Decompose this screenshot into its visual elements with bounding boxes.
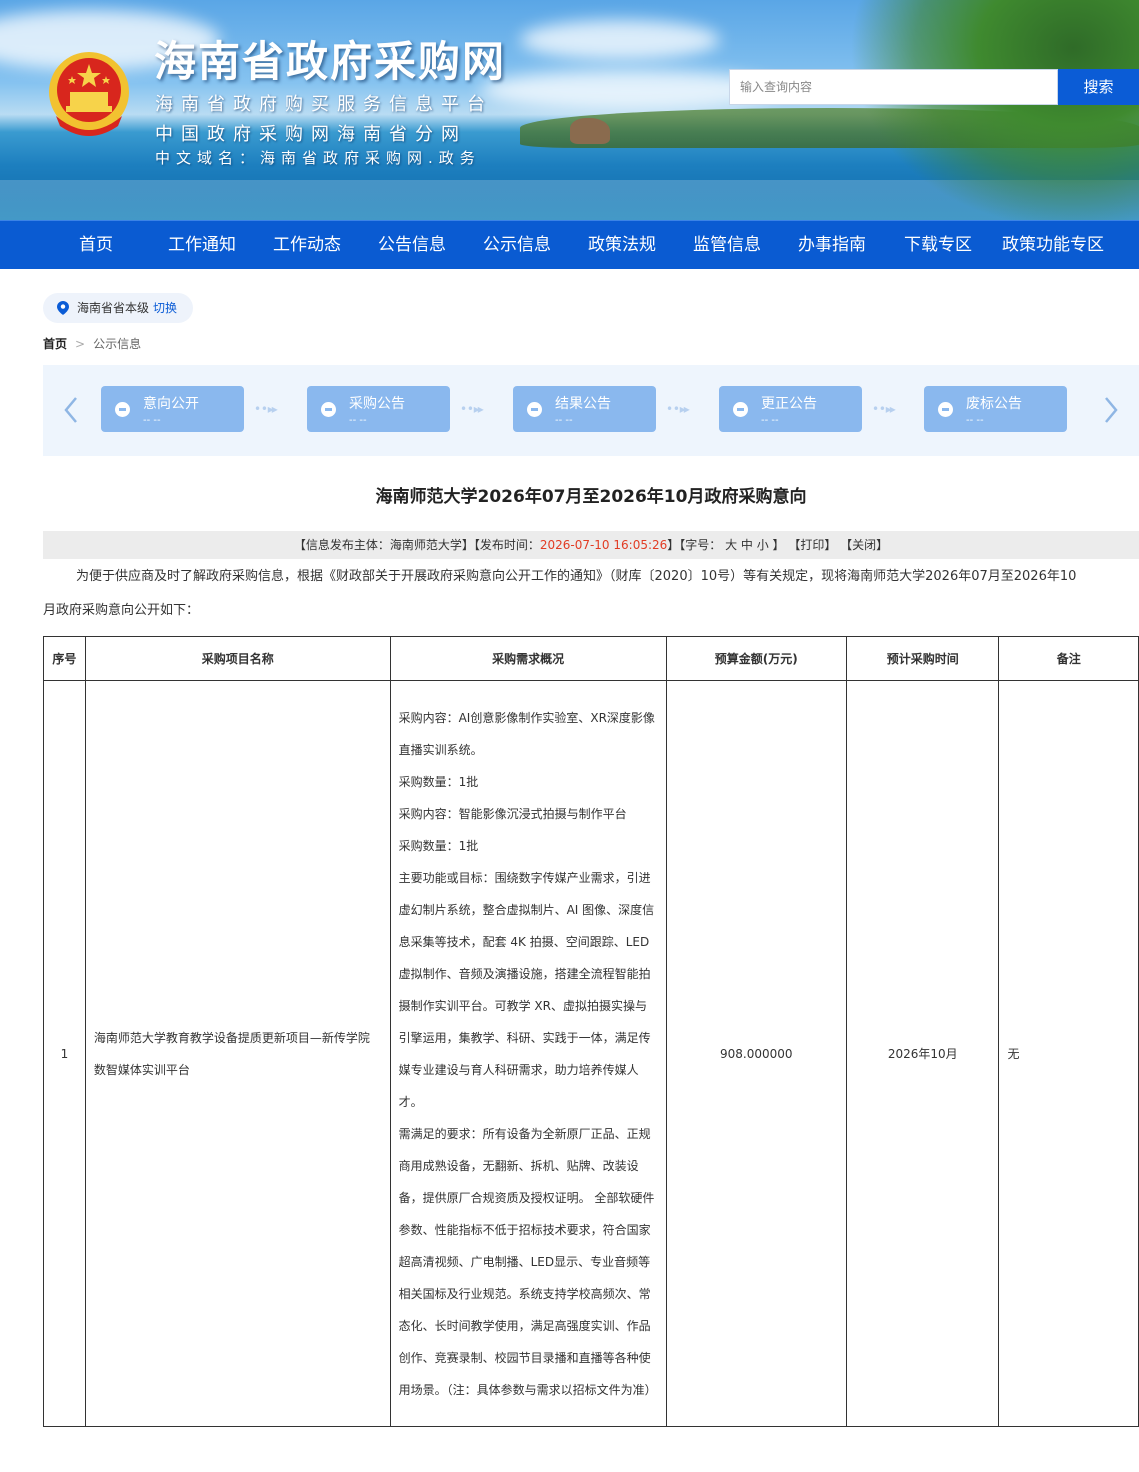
step-label: 更正公告 (761, 396, 817, 412)
breadcrumb-home[interactable]: 首页 (43, 337, 67, 351)
search-input[interactable]: 输入查询内容 (729, 69, 1058, 105)
desc-line: 采购数量：1批 (398, 838, 479, 853)
col-header: 采购需求概况 (389, 636, 667, 681)
nav-item-notices[interactable]: 工作通知 (168, 221, 236, 270)
nav-item-policy-special[interactable]: 政策功能专区 (1002, 221, 1104, 270)
col-header: 预计采购时间 (846, 636, 1000, 681)
step-intent[interactable]: 意向公开 -- -- (101, 386, 244, 432)
nav-item-announcements[interactable]: 公告信息 (378, 221, 446, 270)
cell-budget: 908.000000 (665, 680, 848, 1427)
step-label: 意向公开 (143, 396, 199, 412)
nav-item-supervision[interactable]: 监管信息 (693, 221, 761, 270)
article-title: 海南师范大学2026年07月至2026年10月政府采购意向 (375, 487, 807, 507)
article-intro: 为便于供应商及时了解政府采购信息，根据《财政部关于开展政府采购意向公开工作的通知… (43, 560, 1139, 628)
nav-item-news[interactable]: 工作动态 (273, 221, 341, 270)
double-chevron-icon: • • ▸▸ (254, 402, 278, 416)
step-sub: -- -- (555, 415, 573, 426)
col-header: 采购项目名称 (84, 636, 391, 681)
cell-note: 无 (998, 680, 1139, 1427)
minus-circle-icon (115, 402, 130, 417)
step-sub: -- -- (761, 415, 779, 426)
step-label: 废标公告 (966, 396, 1022, 412)
step-correction[interactable]: 更正公告 -- -- (719, 386, 862, 432)
main-nav: 首页 工作通知 工作动态 公告信息 公示信息 政策法规 监管信息 办事指南 下载… (0, 220, 1139, 269)
meta-suffix[interactable]: 】【字号： 大 中 小 】 【打印】 【关闭】 (667, 538, 888, 552)
region-selector: 海南省省本级 切换 (43, 293, 193, 323)
minus-circle-icon (938, 402, 953, 417)
step-label: 结果公告 (555, 396, 611, 412)
desc-line: 采购内容：AI创意影像制作实验室、XR深度影像直播实训系统。 (398, 710, 655, 757)
chevron-right-icon[interactable] (1101, 395, 1121, 425)
desc-line: 采购数量：1批 (398, 774, 479, 789)
nav-item-home[interactable]: 首页 (79, 221, 113, 270)
banner-palm (849, 0, 1139, 220)
minus-circle-icon (321, 402, 336, 417)
region-name: 海南省省本级 (77, 301, 150, 315)
nav-item-download[interactable]: 下载专区 (904, 221, 972, 270)
banner-cloud (520, 20, 720, 60)
nav-item-publicity[interactable]: 公示信息 (483, 221, 551, 270)
article-meta: 【信息发布主体：海南师范大学】【发布时间：2026-07-10 16:05:26… (43, 531, 1139, 559)
desc-line: 采购内容：智能影像沉浸式拍摄与制作平台 (398, 806, 627, 821)
chevron-left-icon[interactable] (61, 395, 81, 425)
cell-time: 2026年10月 (846, 680, 1000, 1427)
step-label: 采购公告 (349, 396, 405, 412)
banner-rocks (570, 118, 610, 144)
double-chevron-icon: • • ▸▸ (666, 402, 690, 416)
desc-line: 主要功能或目标：围绕数字传媒产业需求，引进虚幻制片系统，整合虚拟制片、AI 图像… (398, 870, 655, 1109)
col-header: 预算金额(万元) (665, 636, 848, 681)
table-row: 1 海南师范大学教育教学设备提质更新项目—新传学院数智媒体实训平台 采购内容：A… (43, 680, 1139, 1427)
breadcrumb: 首页 > 公示信息 (43, 335, 141, 352)
header-banner: 海南省政府采购网 海南省政府购买服务信息平台 中国政府采购网海南省分网 中文域名… (0, 0, 1139, 220)
procurement-table: 序号 采购项目名称 采购需求概况 预算金额(万元) 预计采购时间 备注 1 海南… (43, 636, 1139, 1427)
step-sub: -- -- (143, 415, 161, 426)
col-header: 序号 (43, 636, 86, 681)
minus-circle-icon (733, 402, 748, 417)
intro-line: 为便于供应商及时了解政府采购信息，根据《财政部关于开展政府采购意向公开工作的通知… (76, 569, 1077, 584)
national-emblem-icon (49, 52, 129, 136)
breadcrumb-separator: > (75, 337, 86, 351)
col-header: 备注 (998, 636, 1139, 681)
site-subtitle: 中国政府采购网海南省分网 (155, 124, 467, 145)
search-button[interactable]: 搜索 (1058, 69, 1139, 105)
step-procurement[interactable]: 采购公告 -- -- (307, 386, 450, 432)
minus-circle-icon (527, 402, 542, 417)
step-sub: -- -- (966, 415, 984, 426)
region-switch-link[interactable]: 切换 (153, 301, 177, 315)
desc-line: 需满足的要求：所有设备为全新原厂正品、正规商用成熟设备，无翻新、拆机、贴牌、改装… (398, 1126, 657, 1397)
intro-line: 月政府采购意向公开如下： (43, 603, 200, 618)
double-chevron-icon: • • ▸▸ (460, 402, 484, 416)
breadcrumb-current[interactable]: 公示信息 (93, 337, 141, 351)
nav-item-policy[interactable]: 政策法规 (588, 221, 656, 270)
procurement-steps: 意向公开 -- -- • • ▸▸ 采购公告 -- -- • • ▸▸ 结果公告… (43, 365, 1139, 456)
publish-time: 2026-07-10 16:05:26 (539, 538, 668, 552)
step-cancelled[interactable]: 废标公告 -- -- (924, 386, 1067, 432)
double-chevron-icon: • • ▸▸ (872, 402, 896, 416)
site-domain: 中文域名：海南省政府采购网.政务 (155, 149, 481, 167)
cell-no: 1 (43, 680, 86, 1427)
nav-item-guide[interactable]: 办事指南 (798, 221, 866, 270)
site-title: 海南省政府采购网 (154, 37, 507, 86)
step-result[interactable]: 结果公告 -- -- (513, 386, 656, 432)
cell-project-name: 海南师范大学教育教学设备提质更新项目—新传学院数智媒体实训平台 (84, 680, 391, 1427)
meta-prefix: 【信息发布主体：海南师范大学】【发布时间： (293, 538, 540, 552)
location-pin-icon (57, 301, 69, 315)
step-sub: -- -- (349, 415, 367, 426)
cell-description: 采购内容：AI创意影像制作实验室、XR深度影像直播实训系统。 采购数量：1批 采… (389, 680, 667, 1427)
table-header-row: 序号 采购项目名称 采购需求概况 预算金额(万元) 预计采购时间 备注 (43, 636, 1139, 681)
site-subtitle: 海南省政府购买服务信息平台 (155, 94, 493, 115)
